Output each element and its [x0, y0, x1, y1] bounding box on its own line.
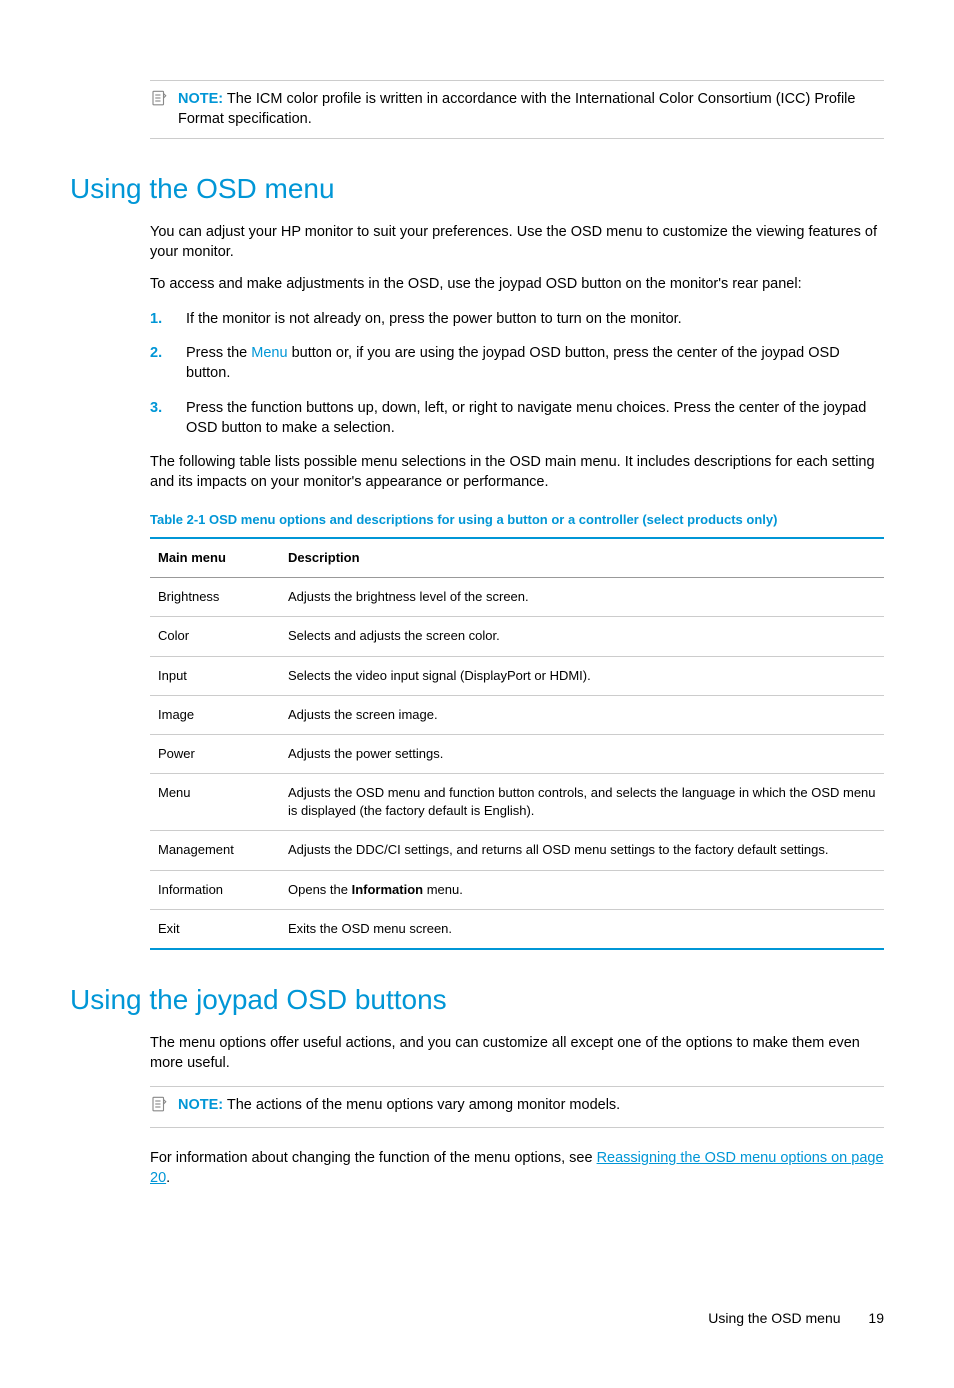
- menu-keyword: Menu: [251, 345, 287, 361]
- table-cell: Input: [150, 656, 280, 695]
- note-text: The actions of the menu options vary amo…: [227, 1097, 620, 1113]
- step-number: 3.: [150, 398, 168, 439]
- steps-list: 1. If the monitor is not already on, pre…: [150, 309, 884, 438]
- text-fragment: For information about changing the funct…: [150, 1150, 597, 1166]
- table-cell: Opens the Information menu.: [280, 870, 884, 909]
- osd-menu-table: Main menu Description BrightnessAdjusts …: [150, 537, 884, 950]
- note-icon: [150, 1095, 168, 1119]
- table-header: Main menu: [150, 538, 280, 578]
- table-row: InputSelects the video input signal (Dis…: [150, 656, 884, 695]
- paragraph: You can adjust your HP monitor to suit y…: [150, 222, 884, 263]
- note-box-icm: NOTE: The ICM color profile is written i…: [150, 80, 884, 139]
- step-text: Press the function buttons up, down, lef…: [186, 398, 884, 439]
- note-label: NOTE:: [178, 1097, 223, 1113]
- step-text: Press the Menu button or, if you are usi…: [186, 343, 884, 384]
- table-row: ManagementAdjusts the DDC/CI settings, a…: [150, 831, 884, 870]
- table-caption-label: Table 2-1: [150, 512, 205, 527]
- table-caption: Table 2-1 OSD menu options and descripti…: [150, 511, 884, 529]
- table-cell: Selects and adjusts the screen color.: [280, 617, 884, 656]
- paragraph: For information about changing the funct…: [150, 1148, 884, 1189]
- page-number: 19: [868, 1310, 884, 1326]
- table-header: Description: [280, 538, 884, 578]
- table-cell: Management: [150, 831, 280, 870]
- step-number: 1.: [150, 309, 168, 329]
- table-cell: Exits the OSD menu screen.: [280, 909, 884, 949]
- note-content: NOTE: The actions of the menu options va…: [178, 1095, 620, 1119]
- list-item: 1. If the monitor is not already on, pre…: [150, 309, 884, 329]
- text-fragment: menu.: [423, 882, 463, 897]
- table-cell: Information: [150, 870, 280, 909]
- heading-osd-menu: Using the OSD menu: [70, 169, 884, 208]
- step-number: 2.: [150, 343, 168, 384]
- table-row: ImageAdjusts the screen image.: [150, 695, 884, 734]
- paragraph: The following table lists possible menu …: [150, 452, 884, 493]
- bold-text: Information: [352, 882, 424, 897]
- table-row: PowerAdjusts the power settings.: [150, 734, 884, 773]
- table-cell: Selects the video input signal (DisplayP…: [280, 656, 884, 695]
- text-fragment: .: [166, 1170, 170, 1186]
- table-cell: Power: [150, 734, 280, 773]
- list-item: 2. Press the Menu button or, if you are …: [150, 343, 884, 384]
- table-row: InformationOpens the Information menu.: [150, 870, 884, 909]
- note-box-actions: NOTE: The actions of the menu options va…: [150, 1086, 884, 1128]
- note-label: NOTE:: [178, 91, 223, 107]
- footer-text: Using the OSD menu: [708, 1310, 840, 1326]
- text-fragment: Press the: [186, 345, 251, 361]
- paragraph: The menu options offer useful actions, a…: [150, 1033, 884, 1074]
- table-cell: Adjusts the power settings.: [280, 734, 884, 773]
- table-row: ExitExits the OSD menu screen.: [150, 909, 884, 949]
- table-cell: Adjusts the brightness level of the scre…: [280, 578, 884, 617]
- heading-joypad: Using the joypad OSD buttons: [70, 980, 884, 1019]
- table-cell: Adjusts the screen image.: [280, 695, 884, 734]
- table-cell: Adjusts the DDC/CI settings, and returns…: [280, 831, 884, 870]
- note-icon: [150, 89, 168, 130]
- table-cell: Brightness: [150, 578, 280, 617]
- table-header-row: Main menu Description: [150, 538, 884, 578]
- table-cell: Color: [150, 617, 280, 656]
- table-cell: Image: [150, 695, 280, 734]
- table-cell: Exit: [150, 909, 280, 949]
- list-item: 3. Press the function buttons up, down, …: [150, 398, 884, 439]
- paragraph: To access and make adjustments in the OS…: [150, 274, 884, 294]
- note-content: NOTE: The ICM color profile is written i…: [178, 89, 884, 130]
- page-footer: Using the OSD menu 19: [70, 1309, 884, 1329]
- table-row: ColorSelects and adjusts the screen colo…: [150, 617, 884, 656]
- step-text: If the monitor is not already on, press …: [186, 309, 682, 329]
- table-cell: Menu: [150, 774, 280, 831]
- table-cell: Adjusts the OSD menu and function button…: [280, 774, 884, 831]
- note-text: The ICM color profile is written in acco…: [178, 91, 855, 127]
- text-fragment: Opens the: [288, 882, 352, 897]
- table-row: MenuAdjusts the OSD menu and function bu…: [150, 774, 884, 831]
- table-caption-text: OSD menu options and descriptions for us…: [205, 512, 777, 527]
- table-row: BrightnessAdjusts the brightness level o…: [150, 578, 884, 617]
